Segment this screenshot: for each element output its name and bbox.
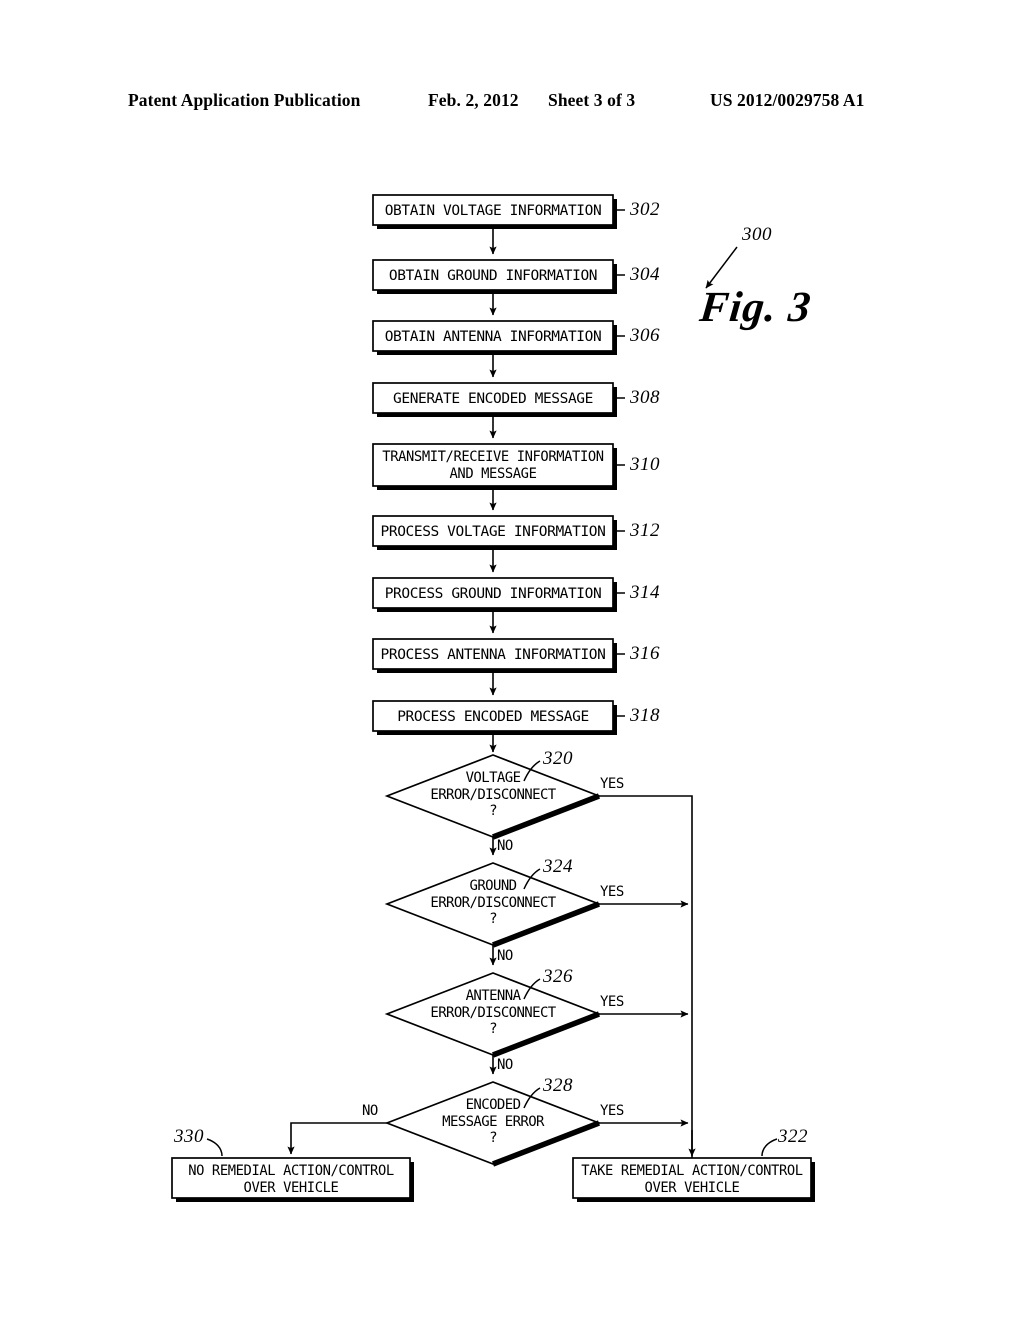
ref-num-312: 312 [630,520,660,541]
branch-label-no-328: NO [362,1103,378,1119]
decision-324-text: GROUND ERROR/DISCONNECT ? [430,878,556,927]
ref-num-308: 308 [630,387,660,408]
branch-label-yes-324: YES [600,884,624,900]
ref-num-328: 328 [543,1075,573,1096]
ref-num-318: 318 [630,705,660,726]
decision-328-text: ENCODED MESSAGE ERROR ? [442,1097,544,1146]
ref-num-304: 304 [630,264,660,285]
figure-caption: Fig. 3 [697,284,814,331]
branch-label-no-326: NO [497,1057,513,1073]
ref-num-316: 316 [630,643,660,664]
ref-num-300: 300 [742,224,772,245]
ref-num-330: 330 [174,1126,204,1147]
branch-label-yes-328: YES [600,1103,624,1119]
branch-label-yes-326: YES [600,994,624,1010]
ref-num-326: 326 [543,966,573,987]
ref-num-322: 322 [778,1126,808,1147]
branch-label-no-320: NO [497,838,513,854]
branch-label-yes-320: YES [600,776,624,792]
decision-326-text: ANTENNA ERROR/DISCONNECT ? [430,988,556,1037]
ref-num-302: 302 [630,199,660,220]
decision-320-text: VOLTAGE ERROR/DISCONNECT ? [430,770,556,819]
ref-num-306: 306 [630,325,660,346]
ref-num-320: 320 [543,748,573,769]
branch-label-no-324: NO [497,948,513,964]
ref-num-324: 324 [543,856,573,877]
ref-num-310: 310 [630,454,660,475]
ref-num-314: 314 [630,582,660,603]
